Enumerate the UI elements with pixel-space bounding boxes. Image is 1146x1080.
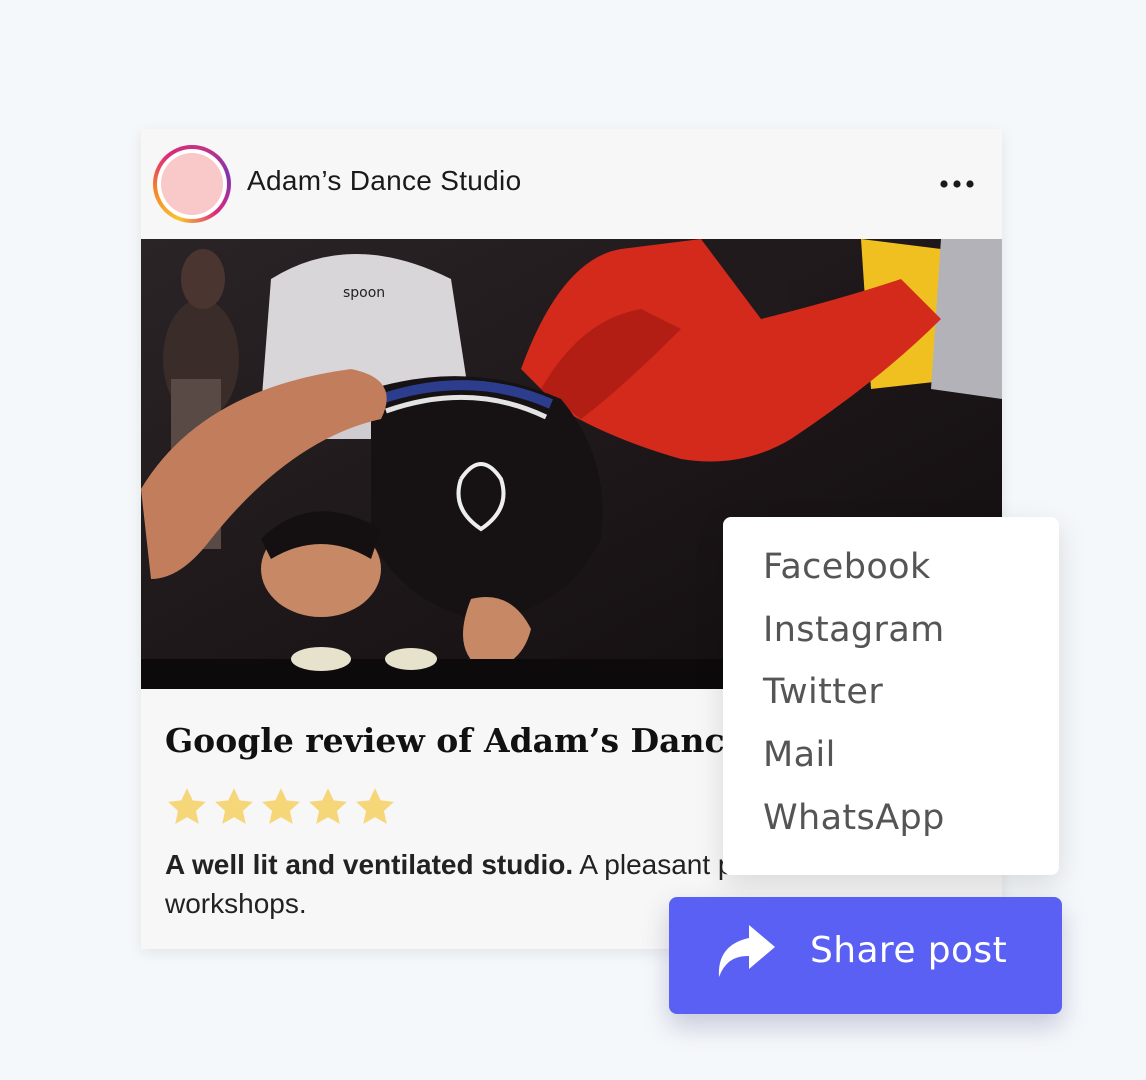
star-icon <box>262 788 300 824</box>
star-icon <box>309 788 347 824</box>
share-option-twitter[interactable]: Twitter <box>763 672 883 712</box>
avatar-icon <box>161 153 223 215</box>
author-name[interactable]: Adam’s Dance Studio <box>247 165 521 197</box>
star-icon <box>215 788 253 824</box>
rating-stars <box>165 785 397 829</box>
share-post-button[interactable]: Share post <box>669 897 1062 1014</box>
share-menu: Facebook Instagram Twitter Mail WhatsApp <box>723 517 1059 875</box>
share-post-label: Share post <box>810 930 1008 971</box>
svg-text:spoon: spoon <box>343 285 385 301</box>
review-text-bold: A well lit and ventilated studio. <box>165 849 574 880</box>
more-horizontal-icon[interactable] <box>937 177 977 191</box>
share-option-whatsapp[interactable]: WhatsApp <box>763 798 945 838</box>
share-option-mail[interactable]: Mail <box>763 735 836 775</box>
share-option-facebook[interactable]: Facebook <box>763 547 931 587</box>
share-arrow-icon <box>718 925 775 977</box>
share-option-instagram[interactable]: Instagram <box>763 610 945 650</box>
star-icon <box>356 788 394 824</box>
star-icon <box>168 788 206 824</box>
avatar[interactable] <box>153 145 231 223</box>
post-header: Adam’s Dance Studio <box>141 129 1002 239</box>
